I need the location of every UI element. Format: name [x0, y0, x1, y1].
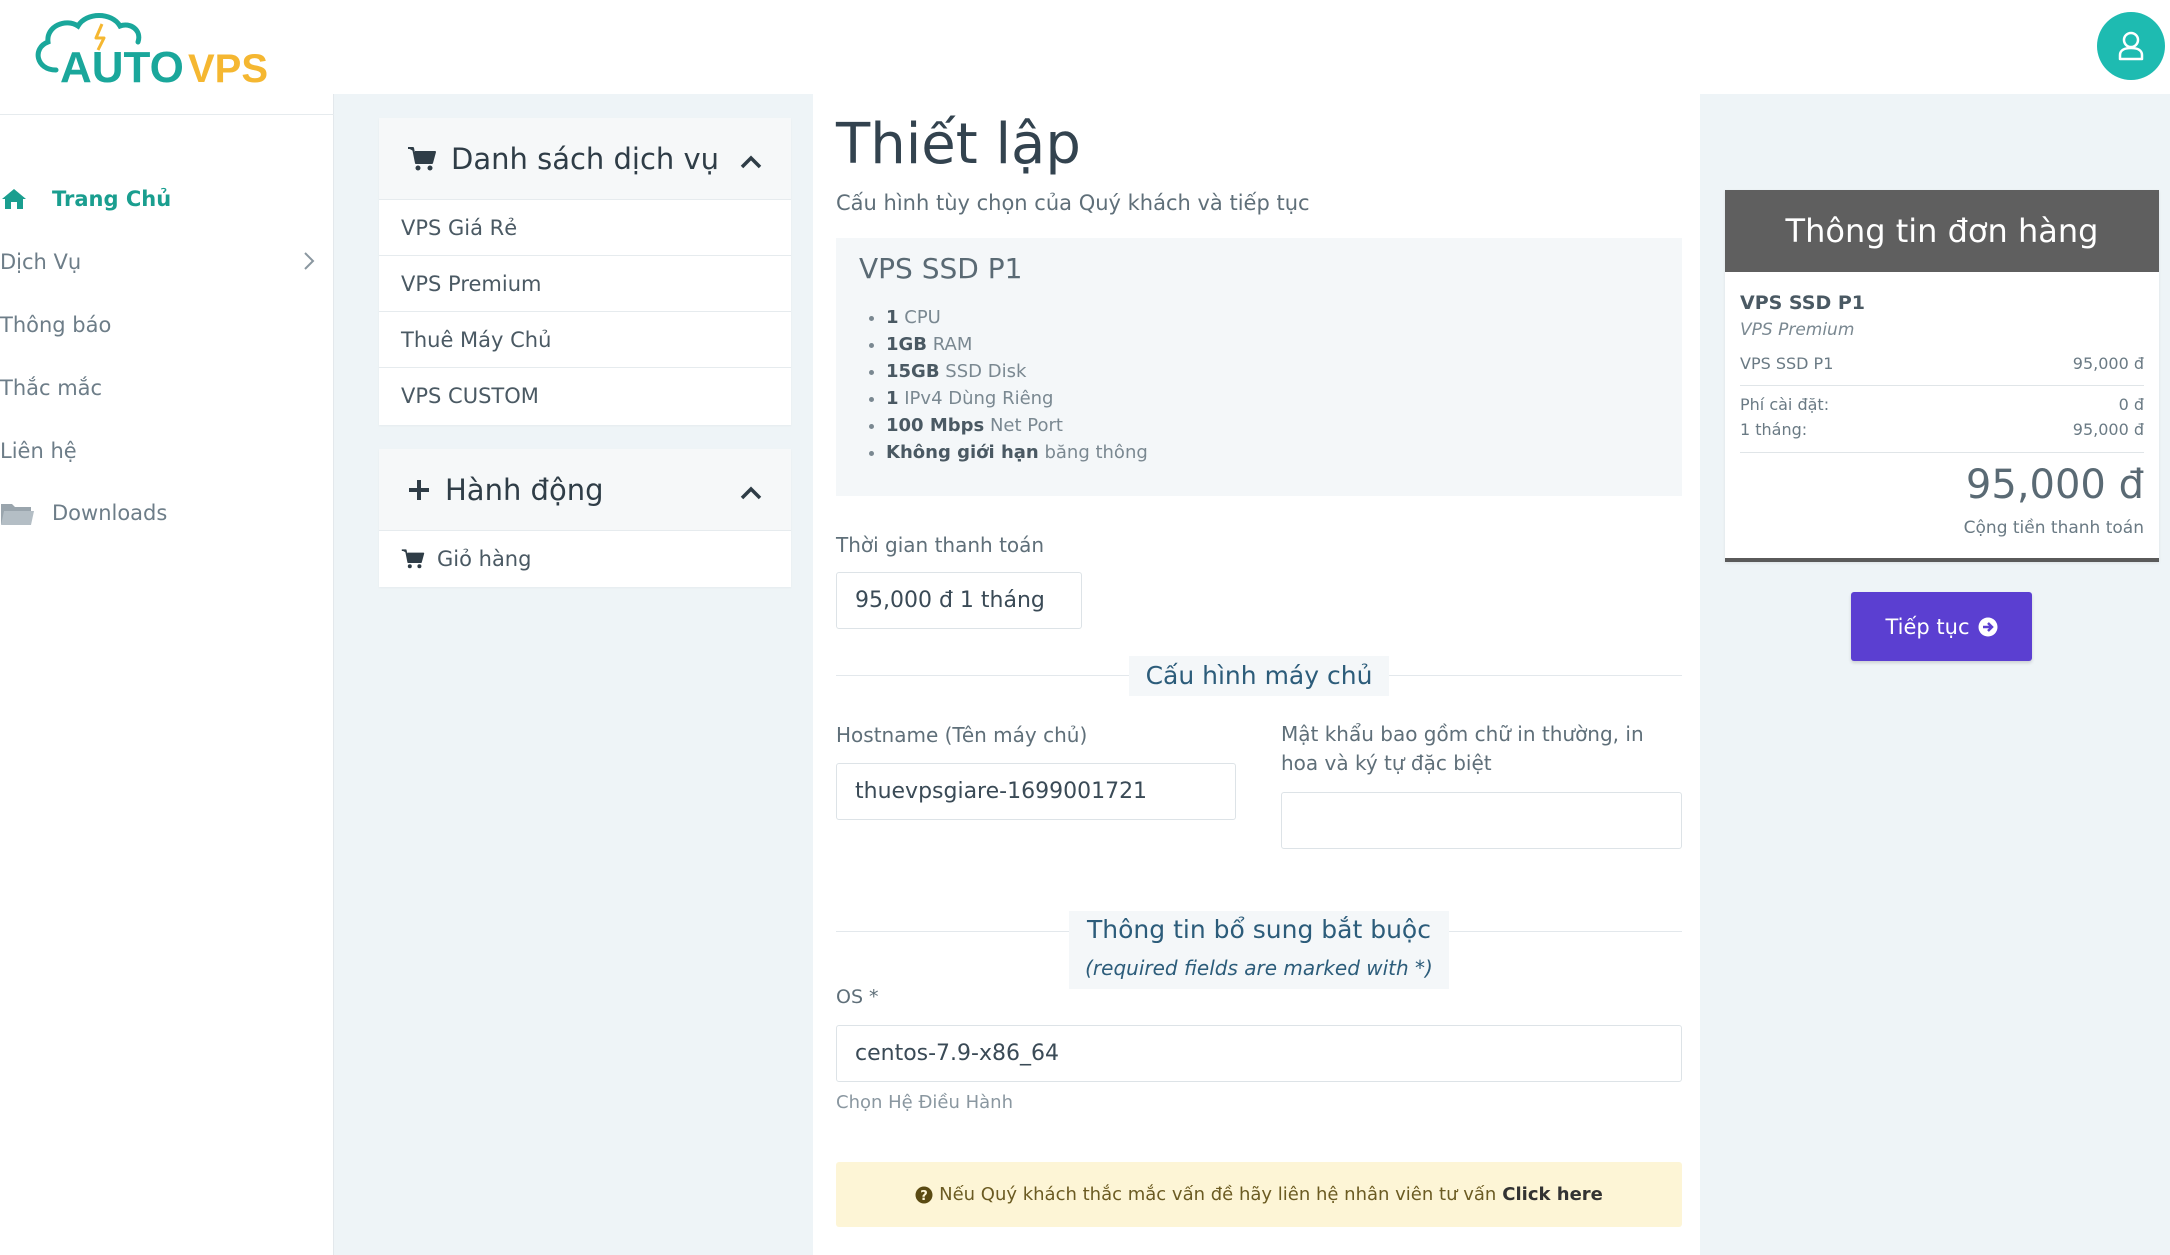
- order-line-value: 95,000 đ: [2072, 420, 2144, 439]
- top-header: AUTO VPS: [0, 0, 2170, 94]
- cart-link[interactable]: Giỏ hàng: [379, 531, 791, 587]
- required-info-heading: Thông tin bổ sung bắt buộc (required fie…: [1069, 911, 1449, 989]
- folder-icon: [0, 500, 52, 526]
- user-account-button[interactable]: [2097, 12, 2165, 80]
- service-link-vps-custom[interactable]: VPS CUSTOM: [379, 368, 791, 424]
- order-summary: Thông tin đơn hàng VPS SSD P1 VPS Premiu…: [1725, 190, 2159, 562]
- support-click-here-link[interactable]: Click here: [1502, 1184, 1603, 1205]
- spec-item: 1 CPU: [886, 304, 1148, 331]
- page-subtitle: Cấu hình tùy chọn của Quý khách và tiếp …: [836, 191, 1310, 215]
- spec-item: 1 IPv4 Dùng Riêng: [886, 385, 1148, 412]
- spec-item: Không giới hạn băng thông: [886, 439, 1148, 466]
- service-link-vps-gia-re[interactable]: VPS Giá Rẻ: [379, 200, 791, 256]
- support-alert-text: Nếu Quý khách thắc mắc vấn đề hãy liên h…: [939, 1184, 1497, 1205]
- sidebar-item-contact[interactable]: Liên hệ: [0, 426, 334, 476]
- order-total: 95,000 đ: [1965, 462, 2144, 508]
- sidebar-item-label: Thông báo: [0, 313, 112, 337]
- sidebar-divider: [0, 114, 334, 115]
- svg-text:VPS: VPS: [188, 47, 268, 86]
- plus-icon: [407, 478, 431, 502]
- required-info-title: Thông tin bổ sung bắt buộc: [1087, 915, 1431, 944]
- order-setup-fee: Phí cài đặt: 0 đ: [1740, 395, 2144, 414]
- sidebar-item-label: Trang Chủ: [52, 187, 172, 211]
- order-line-item: VPS SSD P1 95,000 đ: [1740, 354, 2144, 373]
- sidebar-item-faq[interactable]: Thắc mắc: [0, 363, 334, 413]
- sidebar-item-label: Liên hệ: [0, 439, 77, 463]
- svg-text:?: ?: [920, 1189, 928, 1204]
- arrow-circle-right-icon: [1978, 617, 1998, 637]
- continue-button[interactable]: Tiếp tục: [1851, 592, 2032, 661]
- service-link-thue-may-chu[interactable]: Thuê Máy Chủ: [379, 312, 791, 368]
- sidebar-item-notifications[interactable]: Thông báo: [0, 300, 334, 350]
- service-link-label: VPS CUSTOM: [401, 384, 539, 408]
- order-summary-title: Thông tin đơn hàng: [1725, 190, 2159, 272]
- service-link-label: VPS Giá Rẻ: [401, 215, 518, 240]
- actions-card: Hành động Giỏ hàng: [379, 449, 791, 587]
- svg-text:AUTO: AUTO: [60, 43, 184, 86]
- billing-cycle-select[interactable]: 95,000 đ 1 tháng: [836, 572, 1082, 629]
- home-icon: [0, 187, 52, 211]
- hostname-label: Hostname (Tên máy chủ): [836, 723, 1088, 747]
- sidebar-item-label: Thắc mắc: [0, 376, 103, 400]
- actions-card-header[interactable]: Hành động: [379, 449, 791, 531]
- cart-link-label: Giỏ hàng: [437, 547, 532, 571]
- order-monthly: 1 tháng: 95,000 đ: [1740, 420, 2144, 439]
- server-config-heading: Cấu hình máy chủ: [1129, 656, 1389, 696]
- os-select[interactable]: centos-7.9-x86_64: [836, 1025, 1682, 1082]
- order-line-value: 0 đ: [2118, 395, 2144, 414]
- spec-item: 100 Mbps Net Port: [886, 412, 1148, 439]
- spec-item: 15GB SSD Disk: [886, 358, 1148, 385]
- sidebar-item-label: Downloads: [52, 501, 168, 525]
- sidebar-item-services[interactable]: Dịch Vụ: [0, 237, 334, 287]
- hostname-input[interactable]: thuevpsgiare-1699001721: [836, 763, 1236, 820]
- sidebar-item-home[interactable]: Trang Chủ: [0, 174, 334, 224]
- order-total-label: Cộng tiền thanh toán: [1963, 518, 2144, 538]
- product-info-box: VPS SSD P1 1 CPU 1GB RAM 15GB SSD Disk 1…: [836, 238, 1682, 496]
- order-divider: [1740, 385, 2144, 386]
- order-product-group: VPS Premium: [1740, 320, 1855, 340]
- order-product-name: VPS SSD P1: [1740, 292, 1865, 314]
- sidebar-item-downloads[interactable]: Downloads: [0, 488, 334, 538]
- product-name: VPS SSD P1: [859, 252, 1023, 285]
- question-circle-icon: ?: [915, 1186, 933, 1204]
- order-line-value: 95,000 đ: [2072, 354, 2144, 373]
- user-icon: [2118, 31, 2144, 61]
- order-line-label: Phí cài đặt:: [1740, 395, 1830, 414]
- os-help-text: Chọn Hệ Điều Hành: [836, 1092, 1013, 1113]
- continue-button-label: Tiếp tục: [1885, 614, 1970, 639]
- autovps-logo[interactable]: AUTO VPS: [26, 8, 296, 92]
- service-link-vps-premium[interactable]: VPS Premium: [379, 256, 791, 312]
- chevron-right-icon: [302, 249, 316, 278]
- required-info-note: (required fields are marked with *): [1085, 956, 1433, 980]
- order-line-label: VPS SSD P1: [1740, 354, 1834, 373]
- actions-card-title: Hành động: [445, 472, 604, 507]
- services-card-header[interactable]: Danh sách dịch vụ: [379, 118, 791, 200]
- order-divider: [1740, 452, 2144, 453]
- service-link-label: VPS Premium: [401, 271, 542, 296]
- order-line-label: 1 tháng:: [1740, 420, 1808, 439]
- services-card: Danh sách dịch vụ VPS Giá Rẻ VPS Premium…: [379, 118, 791, 425]
- chevron-up-icon[interactable]: [739, 475, 763, 509]
- product-spec-list: 1 CPU 1GB RAM 15GB SSD Disk 1 IPv4 Dùng …: [886, 304, 1148, 466]
- cart-icon: [401, 548, 425, 570]
- page-title: Thiết lập: [836, 112, 1081, 177]
- sidebar: Trang Chủ Dịch Vụ Thông báo Thắc mắc Liê…: [0, 94, 334, 1255]
- billing-cycle-label: Thời gian thanh toán: [836, 533, 1045, 557]
- sidebar-item-label: Dịch Vụ: [0, 250, 82, 274]
- password-input[interactable]: [1281, 792, 1682, 849]
- chevron-up-icon[interactable]: [739, 144, 763, 178]
- password-label: Mật khẩu bao gồm chữ in thường, in hoa v…: [1281, 722, 1644, 775]
- cart-icon: [407, 146, 437, 172]
- service-link-label: Thuê Máy Chủ: [401, 327, 552, 352]
- support-alert: ? Nếu Quý khách thắc mắc vấn đề hãy liên…: [836, 1162, 1682, 1227]
- spec-item: 1GB RAM: [886, 331, 1148, 358]
- services-card-title: Danh sách dịch vụ: [451, 141, 720, 176]
- os-label: OS *: [836, 986, 879, 1008]
